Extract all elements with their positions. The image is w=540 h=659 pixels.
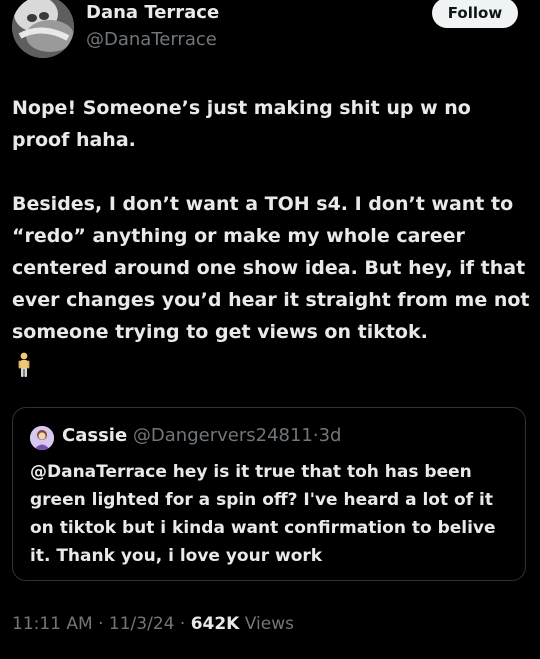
author-avatar[interactable] (12, 0, 74, 58)
tweet-post: Dana Terrace @DanaTerrace Follow Nope! S… (0, 0, 540, 659)
follow-button[interactable]: Follow (432, 0, 518, 28)
post-date[interactable]: 11/3/24 (109, 614, 175, 634)
quote-author-handle[interactable]: @Dangervers24811 (133, 425, 313, 446)
views-count[interactable]: 642K (191, 614, 240, 634)
quote-author-name[interactable]: Cassie (62, 425, 127, 446)
tweet-text: Nope! Someone’s just making shit up w no… (12, 92, 534, 348)
quote-timestamp[interactable]: 3d (319, 425, 342, 446)
tweet-paragraph: Nope! Someone’s just making shit up w no… (12, 97, 471, 151)
views-label: Views (244, 614, 294, 634)
quoted-tweet-card[interactable]: Cassie @Dangervers24811·3d @DanaTerrace … (12, 407, 526, 581)
quote-header: Cassie @Dangervers24811·3d (62, 425, 342, 446)
skull-avatar-icon (12, 0, 74, 58)
meta-separator: · (98, 614, 104, 634)
meta-separator: · (179, 614, 186, 634)
quote-author-avatar[interactable] (30, 426, 54, 450)
post-time[interactable]: 11:11 AM (12, 614, 93, 634)
tweet-paragraph: Besides, I don’t want a TOH s4. I don’t … (12, 193, 530, 343)
tweet-meta: 11:11 AM · 11/3/24 · 642K Views (12, 614, 294, 634)
author-handle[interactable]: @DanaTerrace (86, 29, 217, 50)
quote-text: @DanaTerrace hey is it true that toh has… (30, 462, 496, 566)
person-standing-emoji (18, 352, 30, 377)
author-name[interactable]: Dana Terrace (86, 2, 219, 23)
quote-avatar-icon (30, 426, 54, 450)
